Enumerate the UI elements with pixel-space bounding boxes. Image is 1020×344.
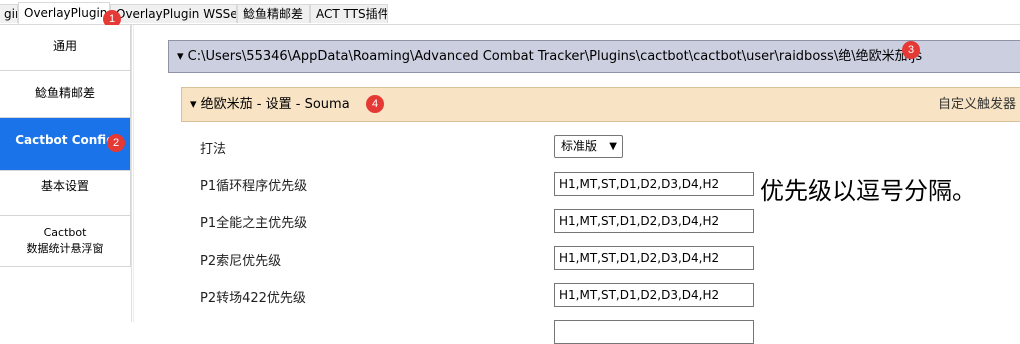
trigger-group-title: 绝欧米茄 - 设置 - Souma bbox=[200, 97, 350, 112]
tab-catfish-mailman[interactable]: 鲶鱼精邮差 bbox=[237, 4, 310, 23]
strategy-select-value: 标准版 bbox=[561, 139, 598, 153]
priority-comma-note: 优先级以逗号分隔。 bbox=[760, 177, 976, 205]
annotation-badge-4: 4 bbox=[366, 95, 384, 113]
annotation-badge-2: 2 bbox=[107, 134, 125, 152]
p2-sony-priority-input[interactable]: H1,MT,ST,D1,D2,D3,D4,H2 bbox=[554, 246, 754, 270]
file-path-text: C:\Users\55346\AppData\Roaming\Advanced … bbox=[187, 49, 923, 64]
sidebar-item-catfish-mailman[interactable]: 鲶鱼精邮差 bbox=[0, 71, 131, 118]
p1-loop-priority-input[interactable]: H1,MT,ST,D1,D2,D3,D4,H2 bbox=[554, 172, 754, 196]
strategy-label: 打法 bbox=[200, 142, 227, 157]
p1-loop-priority-label: P1循环程序优先级 bbox=[200, 179, 308, 194]
next-priority-input[interactable] bbox=[554, 320, 754, 344]
collapse-triangle-icon: ▾ bbox=[190, 97, 197, 112]
sidebar-item-sublabel: 数据统计悬浮窗 bbox=[26, 242, 104, 255]
custom-trigger-label[interactable]: 自定义触发器 bbox=[938, 88, 1016, 121]
collapse-triangle-icon: ▾ bbox=[177, 49, 184, 64]
p1-omnipotent-priority-input[interactable]: H1,MT,ST,D1,D2,D3,D4,H2 bbox=[554, 209, 754, 233]
p1-omnipotent-priority-label: P1全能之主优先级 bbox=[200, 216, 308, 231]
chevron-down-icon: ▼ bbox=[609, 141, 617, 152]
sidebar-item-basic-settings[interactable]: 基本设置 bbox=[0, 171, 131, 216]
sidebar-item-label: Cactbot Config bbox=[15, 133, 115, 147]
tab-act-tts[interactable]: ACT TTS插件 bbox=[310, 4, 388, 23]
tab-gin[interactable]: gin bbox=[0, 4, 18, 23]
plugin-tab-strip: gin OverlayPlugin.dll OverlayPlugin WSSe… bbox=[0, 0, 1020, 25]
sidebar-item-cactbot-stats-overlay[interactable]: Cactbot 数据统计悬浮窗 bbox=[0, 216, 131, 267]
p2-transition-422-priority-label: P2转场422优先级 bbox=[200, 291, 306, 306]
strategy-select[interactable]: 标准版 ▼ bbox=[554, 135, 623, 158]
sidebar-item-label: 通用 bbox=[52, 39, 77, 53]
annotation-badge-3: 3 bbox=[902, 41, 920, 59]
sidebar-item-label: Cactbot bbox=[43, 226, 87, 239]
file-path-header[interactable]: ▾ C:\Users\55346\AppData\Roaming\Advance… bbox=[168, 40, 1020, 73]
trigger-group-header[interactable]: ▾ 绝欧米茄 - 设置 - Souma 自定义触发器 bbox=[181, 87, 1020, 122]
sidebar-item-general[interactable]: 通用 bbox=[0, 25, 131, 71]
raidboss-config-panel: ▾ C:\Users\55346\AppData\Roaming\Advance… bbox=[133, 25, 1020, 344]
tab-overlayplugin-dll[interactable]: OverlayPlugin.dll bbox=[18, 2, 110, 24]
sidebar-item-label: 基本设置 bbox=[40, 179, 89, 193]
p2-transition-422-priority-input[interactable]: H1,MT,ST,D1,D2,D3,D4,H2 bbox=[554, 283, 754, 307]
sidebar-item-label: 鲶鱼精邮差 bbox=[34, 86, 95, 100]
p2-sony-priority-label: P2索尼优先级 bbox=[200, 254, 282, 269]
tab-overlayplugin-wsserver[interactable]: OverlayPlugin WSServer bbox=[110, 4, 237, 23]
config-sidebar: 通用 鲶鱼精邮差 Cactbot Config 基本设置 Cactbot 数据统… bbox=[0, 25, 132, 322]
